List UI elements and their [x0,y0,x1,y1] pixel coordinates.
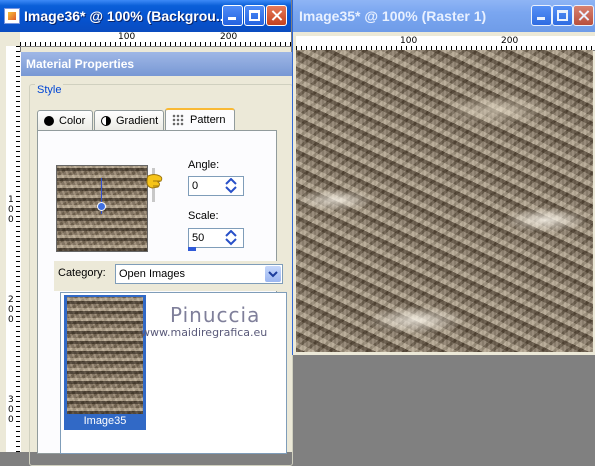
tab-label: Gradient [116,115,159,127]
minimize-icon [223,6,242,25]
maximize-button[interactable] [244,5,265,26]
pointing-hand-icon [146,168,163,202]
app-icon[interactable] [4,8,20,24]
tab-label: Color [59,115,86,127]
ruler-label: 1 [8,195,14,205]
window-title: Image35* @ 100% (Raster 1) [299,8,487,24]
close-icon [267,6,286,25]
ruler-label: 200 [501,36,519,46]
close-button[interactable] [266,5,287,26]
window-title: Image36* @ 100% (Backgrou... [24,8,228,24]
image35-canvas[interactable] [296,50,593,352]
minimize-button[interactable] [531,5,552,26]
minimize-button[interactable] [222,5,243,26]
maximize-button[interactable] [552,5,573,26]
ruler-label: 2 [8,295,14,305]
maximize-icon [553,6,572,25]
scale-down-arrow-icon[interactable] [220,238,242,246]
image35-thumbnail [67,297,143,414]
angle-spinner[interactable]: 0 [188,176,244,196]
scale-up-arrow-icon[interactable] [220,230,242,238]
angle-down-arrow-icon[interactable] [220,186,242,194]
ruler-label: 0 [8,315,14,325]
category-value: Open Images [119,268,186,280]
horizontal-ruler: 100 200 [20,32,291,47]
panel-header[interactable]: Material Properties [21,52,292,76]
list-item-label: Image35 [83,415,127,427]
ruler-label: 200 [220,32,238,42]
angle-up-arrow-icon[interactable] [220,178,242,186]
ruler-label: 100 [400,36,418,46]
scale-spinner[interactable]: 50 [188,228,244,248]
watermark-url: www.maidiregrafica.eu [141,326,268,339]
maximize-icon [245,6,264,25]
vertical-ruler: 1 0 0 2 0 0 3 0 0 [6,46,21,452]
ruler-label: 0 [8,415,14,425]
scale-value: 50 [192,232,205,244]
horizontal-ruler: 100 200 [296,36,595,51]
pattern-dots-icon [172,114,184,126]
style-group-label: Style [35,84,64,96]
image35-title-bar[interactable]: Image35* @ 100% (Raster 1) [293,0,595,32]
image35-window[interactable]: Image35* @ 100% (Raster 1) 100 200 [292,0,595,355]
ruler-label: 0 [8,215,14,225]
pattern-swatch[interactable] [56,165,148,252]
tab-pattern[interactable]: Pattern [165,108,235,131]
center-handle[interactable] [97,202,106,211]
tab-color[interactable]: Color [37,110,93,130]
gradient-disc-icon [101,116,111,126]
close-button[interactable] [573,5,594,26]
close-icon [574,6,593,25]
tab-gradient[interactable]: Gradient [94,110,164,130]
category-label: Category: [58,267,106,279]
category-select[interactable]: Open Images [115,264,283,284]
image36-title-bar[interactable]: Image36* @ 100% (Backgrou... [0,0,291,32]
angle-value: 0 [192,180,199,192]
list-item-image35[interactable]: Image35 [64,295,146,430]
angle-label: Angle: [188,159,220,171]
ruler-label: 0 [8,305,14,315]
ruler-label: 100 [118,32,136,42]
chevron-down-icon[interactable] [265,266,281,282]
tab-label: Pattern [190,114,226,126]
ruler-label: 0 [8,405,14,415]
scale-slider-handle[interactable] [188,247,196,251]
watermark-name: Pinuccia [170,303,261,327]
minimize-icon [532,6,551,25]
ruler-label: 0 [8,205,14,215]
scale-label: Scale: [188,210,219,222]
category-row: Category: Open Images [54,261,291,291]
color-disc-icon [44,116,54,126]
panel-title: Material Properties [26,57,135,71]
ruler-label: 3 [8,395,14,405]
